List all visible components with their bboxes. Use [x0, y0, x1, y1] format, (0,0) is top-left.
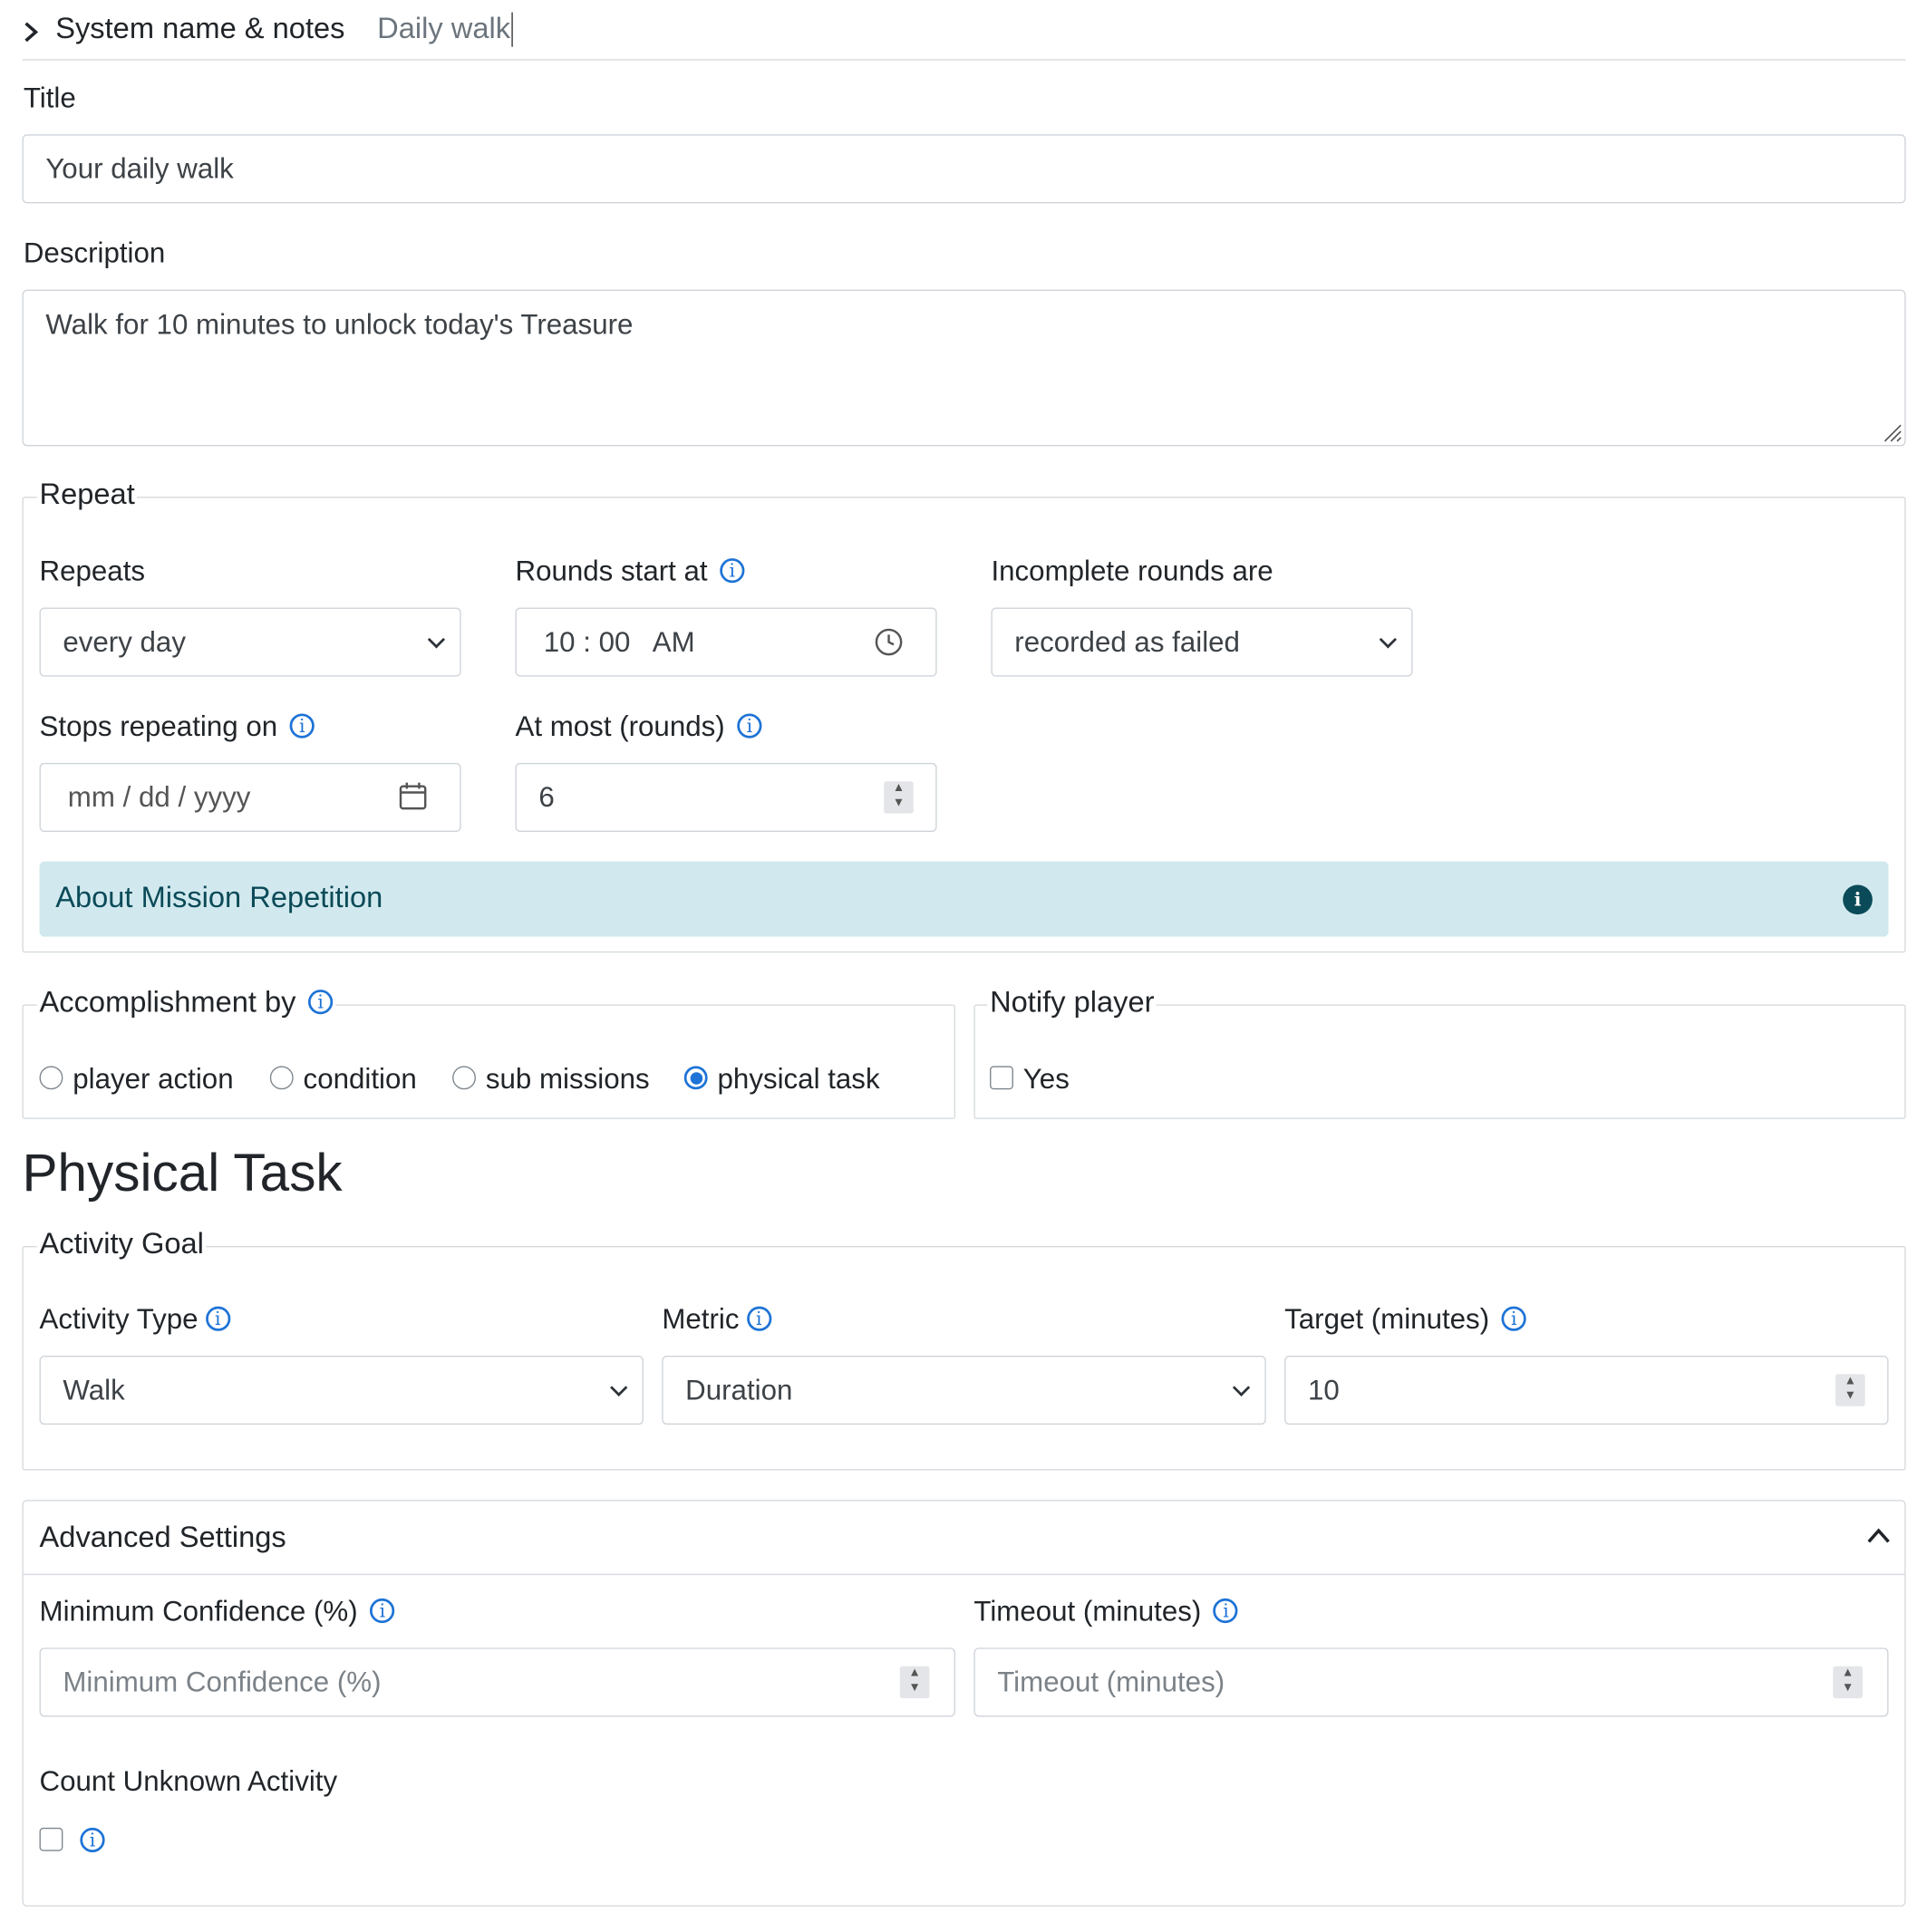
target-value: 10	[1307, 1373, 1340, 1406]
incomplete-label: Incomplete rounds are	[991, 555, 1273, 587]
rounds-start-label: Rounds start at i	[515, 555, 745, 588]
repeat-legend: Repeat	[36, 478, 138, 513]
physical-task-heading: Physical Task	[22, 1144, 343, 1203]
target-label: Target (minutes) i	[1284, 1303, 1526, 1337]
at-most-value: 6	[538, 780, 555, 813]
activity-type-label: Activity Type i	[40, 1303, 230, 1337]
info-icon[interactable]: i	[308, 989, 334, 1014]
spinner-icon[interactable]: ▲ ▼	[1835, 1374, 1865, 1406]
timeout-placeholder: Timeout (minutes)	[997, 1666, 1225, 1698]
chevron-right-icon	[24, 22, 39, 43]
system-notes-label: System name & notes	[55, 12, 345, 46]
chevron-down-icon	[610, 1378, 628, 1396]
info-icon[interactable]: i	[370, 1598, 395, 1624]
metric-select[interactable]: Duration	[662, 1356, 1266, 1425]
repeats-value: every day	[63, 625, 186, 658]
description-value: Walk for 10 minutes to unlock today's Tr…	[45, 308, 634, 341]
info-icon[interactable]: i	[205, 1306, 230, 1331]
advanced-settings-header[interactable]: Advanced Settings	[23, 1501, 1905, 1576]
advanced-settings-title: Advanced Settings	[39, 1521, 286, 1554]
stops-date-input[interactable]: mm / dd / yyyy	[39, 762, 461, 832]
at-most-number-input[interactable]: 6 ▲ ▼	[515, 762, 937, 832]
about-repetition-text: About Mission Repetition	[55, 881, 383, 915]
radio-physical-task[interactable]: physical task	[683, 1062, 880, 1096]
timeout-input[interactable]: Timeout (minutes) ▲ ▼	[973, 1647, 1889, 1717]
activity-type-select[interactable]: Walk	[39, 1356, 644, 1425]
incomplete-value: recorded as failed	[1014, 625, 1240, 658]
metric-label: Metric i	[662, 1303, 771, 1337]
activity-goal-legend: Activity Goal	[36, 1227, 207, 1262]
info-icon[interactable]: i	[720, 557, 745, 584]
title-label: Title	[23, 81, 76, 114]
repeats-label: Repeats	[39, 555, 146, 587]
notify-yes-checkbox[interactable]: Yes	[990, 1062, 1070, 1096]
clock-icon[interactable]	[874, 627, 904, 657]
radio-sub-missions[interactable]: sub missions	[452, 1062, 650, 1096]
rounds-start-time-input[interactable]: 10 : 00 AM	[515, 607, 937, 677]
resize-handle-icon[interactable]	[1880, 420, 1902, 442]
count-unknown-checkbox[interactable]: i	[39, 1824, 105, 1858]
chevron-up-icon[interactable]	[1865, 1526, 1893, 1546]
divider	[22, 59, 1906, 61]
chevron-down-icon	[1379, 631, 1397, 649]
spinner-icon[interactable]: ▲ ▼	[884, 781, 914, 814]
at-most-label: At most (rounds) i	[515, 710, 762, 743]
description-label: Description	[23, 237, 166, 269]
title-input[interactable]: Your daily walk	[22, 134, 1906, 204]
repeats-select[interactable]: every day	[39, 607, 461, 677]
mission-form: System name & notes Daily walk Title You…	[0, 0, 1927, 1928]
info-icon[interactable]: i	[289, 713, 315, 739]
info-icon[interactable]: i	[80, 1827, 105, 1852]
info-icon[interactable]: i	[1213, 1598, 1239, 1624]
min-confidence-input[interactable]: Minimum Confidence (%) ▲ ▼	[39, 1647, 955, 1717]
min-confidence-placeholder: Minimum Confidence (%)	[63, 1666, 382, 1698]
time-value: 10 : 00 AM	[543, 625, 695, 658]
chevron-down-icon	[427, 631, 446, 649]
about-repetition-alert[interactable]: About Mission Repetition i	[39, 861, 1889, 937]
description-textarea[interactable]: Walk for 10 minutes to unlock today's Tr…	[22, 289, 1906, 447]
accomplishment-legend: Accomplishment by i	[36, 986, 336, 1021]
stops-label: Stops repeating on i	[40, 710, 315, 743]
incomplete-select[interactable]: recorded as failed	[991, 607, 1413, 677]
metric-value: Duration	[685, 1373, 793, 1406]
spinner-icon[interactable]: ▲ ▼	[899, 1666, 930, 1699]
chevron-down-icon	[1232, 1378, 1251, 1396]
radio-condition[interactable]: condition	[269, 1062, 417, 1096]
calendar-icon[interactable]	[398, 781, 428, 811]
system-notes-toggle[interactable]: System name & notes Daily walk	[22, 10, 663, 54]
activity-type-value: Walk	[63, 1373, 125, 1406]
notify-fieldset	[973, 1004, 1906, 1119]
info-filled-icon: i	[1843, 884, 1873, 915]
radio-player-action[interactable]: player action	[39, 1062, 234, 1096]
date-placeholder: mm / dd / yyyy	[67, 780, 251, 813]
notify-legend: Notify player	[987, 986, 1157, 1021]
info-icon[interactable]: i	[737, 713, 762, 739]
title-value: Your daily walk	[45, 151, 234, 185]
info-icon[interactable]: i	[746, 1306, 771, 1331]
info-icon[interactable]: i	[1501, 1306, 1526, 1331]
target-number-input[interactable]: 10 ▲ ▼	[1284, 1356, 1889, 1425]
system-name-input[interactable]: Daily walk	[377, 12, 513, 47]
spinner-icon[interactable]: ▲ ▼	[1833, 1666, 1863, 1699]
min-confidence-label: Minimum Confidence (%) i	[40, 1595, 395, 1628]
count-unknown-label: Count Unknown Activity	[39, 1764, 338, 1797]
timeout-label: Timeout (minutes) i	[973, 1595, 1239, 1628]
